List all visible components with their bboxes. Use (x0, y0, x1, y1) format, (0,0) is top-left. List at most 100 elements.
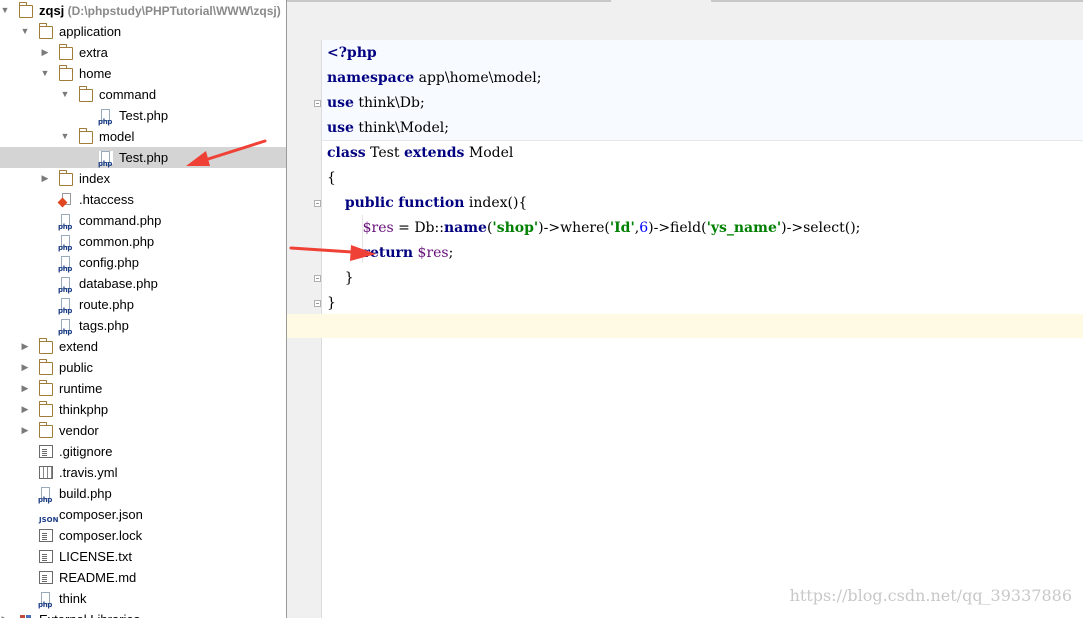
code-token: extends (403, 145, 465, 161)
chevron-down-icon[interactable]: ▼ (59, 84, 71, 105)
code-line[interactable]: } (327, 266, 354, 291)
tree-item-label: thinkphp (59, 402, 109, 417)
folder-icon (38, 359, 53, 375)
tree-item-label: command.php (79, 213, 162, 228)
chevron-down-icon[interactable]: ▼ (19, 21, 31, 42)
tree-item[interactable]: ▼ application (0, 21, 286, 42)
code-token: name (443, 220, 487, 236)
tree-item[interactable]: php route.php (0, 294, 286, 315)
tree-item[interactable]: php config.php (0, 252, 286, 273)
code-line[interactable]: use think\Model; (327, 116, 449, 141)
folder-icon (18, 2, 33, 18)
chevron-right-icon[interactable]: ▶ (19, 420, 31, 441)
folder-icon (38, 422, 53, 438)
code-token: <?php (327, 45, 377, 61)
chevron-right-icon[interactable]: ▶ (19, 378, 31, 399)
code-line[interactable]: { (327, 166, 336, 191)
folder-icon (58, 170, 73, 186)
tab-indicator (287, 0, 611, 2)
tree-item[interactable]: ▶ runtime (0, 378, 286, 399)
tree-item[interactable]: ▼ zqsj (D:\phpstudy\PHPTutorial\WWW\zqsj) (0, 0, 286, 21)
code-line[interactable]: namespace app\home\model; (327, 66, 541, 91)
tree-item[interactable]: ▼ home (0, 63, 286, 84)
tree-item[interactable]: php database.php (0, 273, 286, 294)
tree-item[interactable]: php Test.php (0, 105, 286, 126)
php-file-icon: php (58, 235, 73, 252)
chevron-down-icon[interactable]: ▼ (39, 63, 51, 84)
code-line[interactable]: public function index(){ (327, 191, 528, 216)
tree-item-label: home (79, 66, 112, 81)
folder-icon (38, 23, 53, 39)
tree-item[interactable]: ▶ extend (0, 336, 286, 357)
tree-item[interactable]: php Test.php (0, 147, 286, 168)
tree-item[interactable]: LICENSE.txt (0, 546, 286, 567)
tree-item-label: README.md (59, 570, 137, 585)
fold-marker-icon[interactable] (314, 300, 321, 307)
tree-item[interactable]: php think (0, 588, 286, 609)
tree-item[interactable]: .htaccess (0, 189, 286, 210)
chevron-right-icon[interactable]: ▶ (19, 357, 31, 378)
chevron-down-icon[interactable]: ▼ (0, 0, 11, 21)
chevron-down-icon[interactable]: ▼ (59, 126, 71, 147)
code-token: { (327, 170, 336, 186)
tree-item[interactable]: php command.php (0, 210, 286, 231)
tree-item-label: route.php (79, 297, 134, 312)
tree-item[interactable]: JSON composer.json (0, 504, 286, 525)
external-libraries-icon (19, 613, 33, 618)
tree-item[interactable]: ▼ command (0, 84, 286, 105)
tree-item[interactable]: php common.php (0, 231, 286, 252)
tree-item[interactable]: ▶ thinkphp (0, 399, 286, 420)
tree-item[interactable]: ▶ External Libraries (0, 609, 286, 618)
php-file-icon: php (58, 298, 73, 315)
chevron-right-icon[interactable]: ▶ (19, 399, 31, 420)
tree-item[interactable]: ▶ extra (0, 42, 286, 63)
code-token: ; (448, 245, 454, 261)
chevron-right-icon[interactable]: ▶ (0, 609, 11, 618)
chevron-right-icon[interactable]: ▶ (39, 168, 51, 189)
code-line[interactable]: use think\Db; (327, 91, 425, 116)
tree-item[interactable]: .gitignore (0, 441, 286, 462)
tree-item-label: runtime (59, 381, 103, 396)
tree-item[interactable]: php tags.php (0, 315, 286, 336)
tree-item[interactable]: README.md (0, 567, 286, 588)
tree-item[interactable]: .travis.yml (0, 462, 286, 483)
code-line[interactable]: <?php (327, 41, 377, 66)
code-line[interactable]: return $res; (327, 241, 454, 266)
tree-item[interactable]: ▶ vendor (0, 420, 286, 441)
tree-item[interactable]: php build.php (0, 483, 286, 504)
code-line[interactable]: $res = Db::name('shop')->where('Id',6)->… (327, 216, 861, 241)
tree-item-label: public (59, 360, 93, 375)
chevron-right-icon[interactable]: ▶ (19, 336, 31, 357)
code-editor[interactable]: <?php namespace app\home\model; use think\… (287, 0, 1083, 618)
folder-icon (38, 401, 53, 417)
chevron-right-icon[interactable]: ▶ (39, 42, 51, 63)
code-token: Model (464, 145, 514, 161)
text-file-icon (39, 550, 53, 563)
code-token: Test (365, 145, 404, 161)
php-file-icon: php (58, 277, 73, 294)
code-line[interactable]: } (327, 291, 336, 316)
folder-icon (38, 338, 53, 354)
fold-marker-icon[interactable] (314, 275, 321, 282)
project-tree[interactable]: ▼ zqsj (D:\phpstudy\PHPTutorial\WWW\zqsj)… (0, 0, 286, 618)
fold-marker-icon[interactable] (314, 200, 321, 207)
tree-item[interactable]: ▶ public (0, 357, 286, 378)
tree-item-label: vendor (59, 423, 99, 438)
code-line[interactable]: class Test extends Model (327, 141, 513, 166)
tree-item-label: tags.php (79, 318, 129, 333)
folder-icon (78, 128, 93, 144)
fold-marker-icon[interactable] (314, 100, 321, 107)
folder-icon (58, 65, 73, 81)
tree-item[interactable]: composer.lock (0, 525, 286, 546)
code-token: $res (362, 220, 394, 236)
indent-guide (362, 215, 363, 263)
tree-item[interactable]: ▼ model (0, 126, 286, 147)
tree-item[interactable]: ▶ index (0, 168, 286, 189)
code-token: )->where( (538, 220, 610, 236)
php-file-icon: php (58, 256, 73, 273)
current-line-highlight (287, 314, 1083, 338)
folder-icon (38, 380, 53, 396)
